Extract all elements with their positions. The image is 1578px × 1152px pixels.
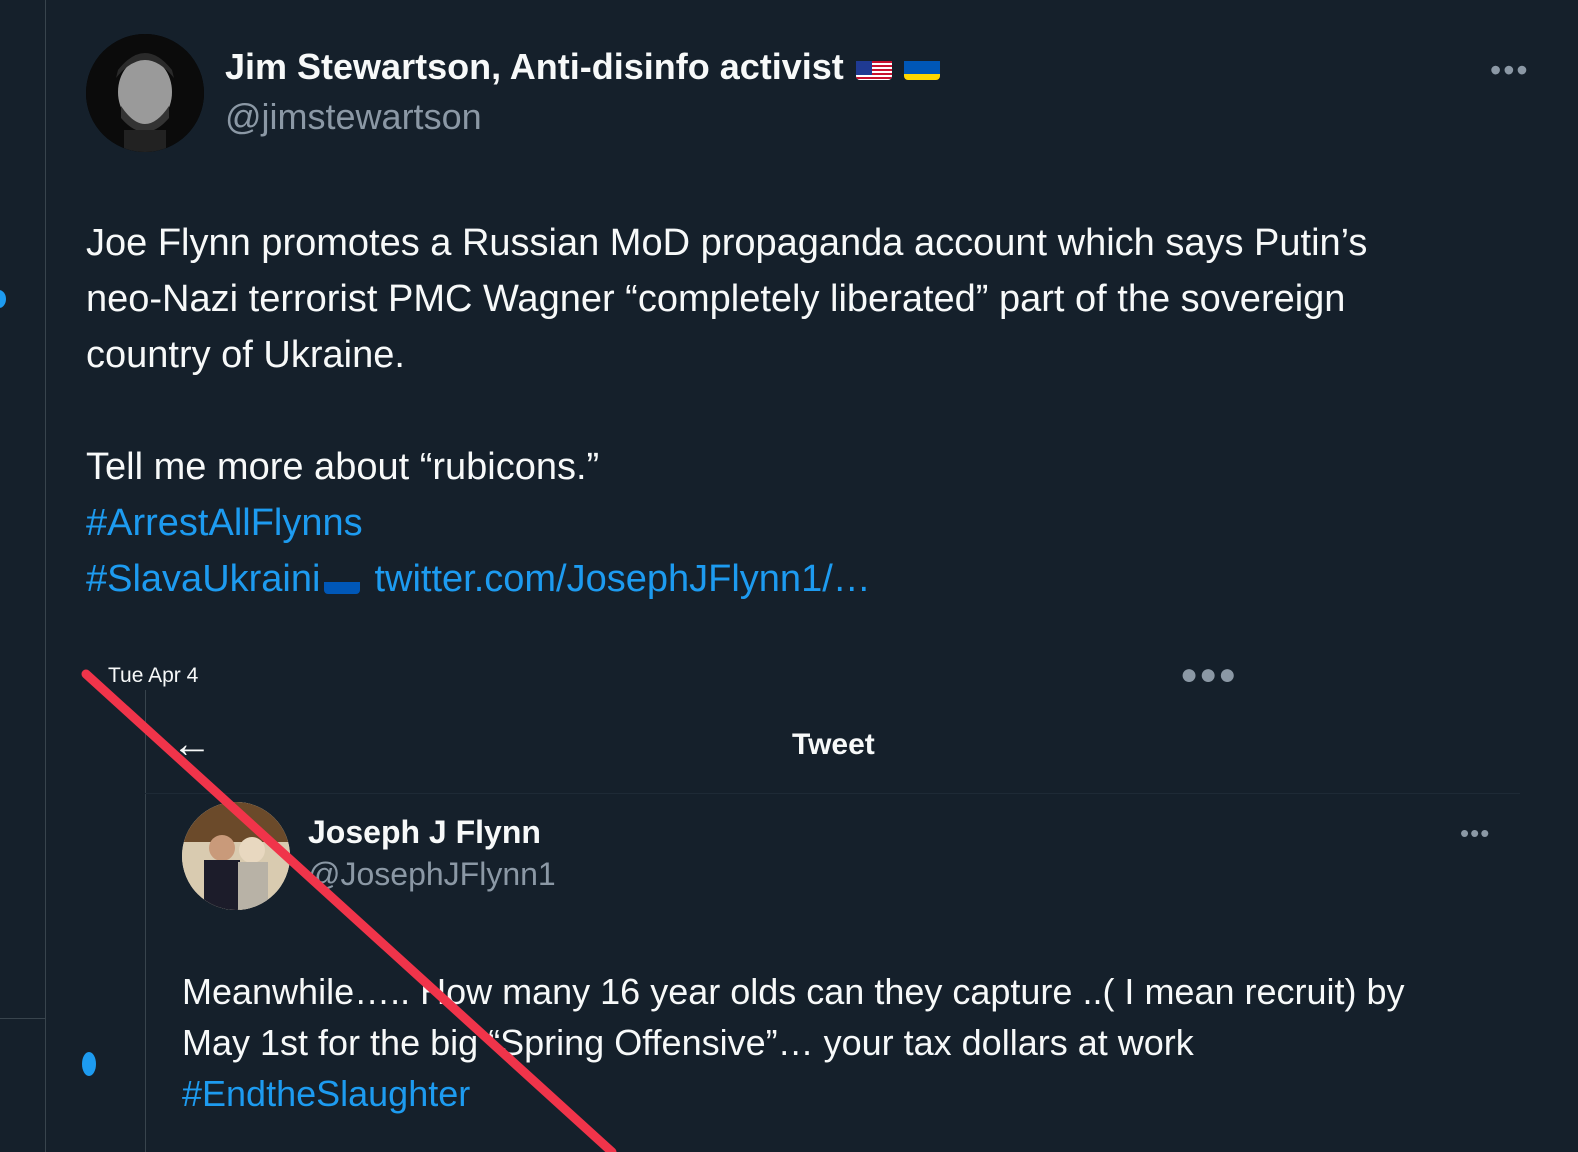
quoted-tweet-text: Meanwhile….. How many 16 year olds can t… bbox=[182, 966, 1502, 1119]
quote-line: May 1st for the big “Spring Offensive”… … bbox=[182, 1022, 1194, 1063]
tweet-line: Tell me more about “rubicons.” bbox=[86, 446, 600, 488]
us-flag-icon bbox=[855, 54, 892, 80]
ukraine-flag-icon bbox=[903, 54, 940, 80]
hashtag-link[interactable]: #ArrestAllFlynns bbox=[86, 502, 363, 544]
status-bar-date: Tue Apr 4 bbox=[108, 664, 199, 687]
hashtag-link[interactable]: #SlavaUkraini bbox=[86, 558, 320, 600]
author-name[interactable]: Jim Stewartson, Anti-disinfo activist bbox=[225, 46, 940, 88]
ukraine-flag-icon bbox=[324, 568, 361, 594]
rail-indicator-dot bbox=[82, 1052, 96, 1076]
quoted-author-handle[interactable]: @JosephJFlynn1 bbox=[308, 856, 556, 893]
avatar-photo bbox=[86, 34, 204, 152]
left-rail bbox=[0, 0, 46, 1152]
quote-line: Meanwhile….. How many 16 year olds can t… bbox=[182, 971, 1405, 1012]
avatar-photo bbox=[182, 802, 290, 910]
quoted-author-name[interactable]: Joseph J Flynn bbox=[308, 814, 541, 851]
page-title: Tweet bbox=[792, 728, 875, 761]
tweet-line: Joe Flynn promotes a Russian MoD propaga… bbox=[86, 222, 1368, 264]
quoted-tweet-link[interactable]: twitter.com/JosephJFlynn1/… bbox=[374, 558, 870, 600]
author-name-text: Jim Stewartson, Anti-disinfo activist bbox=[225, 46, 844, 87]
divider bbox=[145, 793, 1520, 794]
tweet-line: neo-Nazi terrorist PMC Wagner “completel… bbox=[86, 278, 1346, 320]
more-options-icon[interactable]: ••• bbox=[1490, 52, 1530, 89]
tweet-line: country of Ukraine. bbox=[86, 334, 405, 376]
back-arrow-icon[interactable]: ← bbox=[172, 722, 212, 767]
avatar[interactable] bbox=[86, 34, 204, 152]
more-options-icon[interactable]: ●●● bbox=[1180, 658, 1237, 692]
tweet-text: Joe Flynn promotes a Russian MoD propaga… bbox=[86, 215, 1526, 607]
rail-divider bbox=[0, 1018, 45, 1019]
avatar[interactable] bbox=[182, 802, 290, 910]
hashtag-link[interactable]: #EndtheSlaughter bbox=[182, 1073, 470, 1114]
author-handle[interactable]: @jimstewartson bbox=[225, 96, 482, 138]
more-options-icon[interactable]: ••• bbox=[1460, 818, 1490, 849]
